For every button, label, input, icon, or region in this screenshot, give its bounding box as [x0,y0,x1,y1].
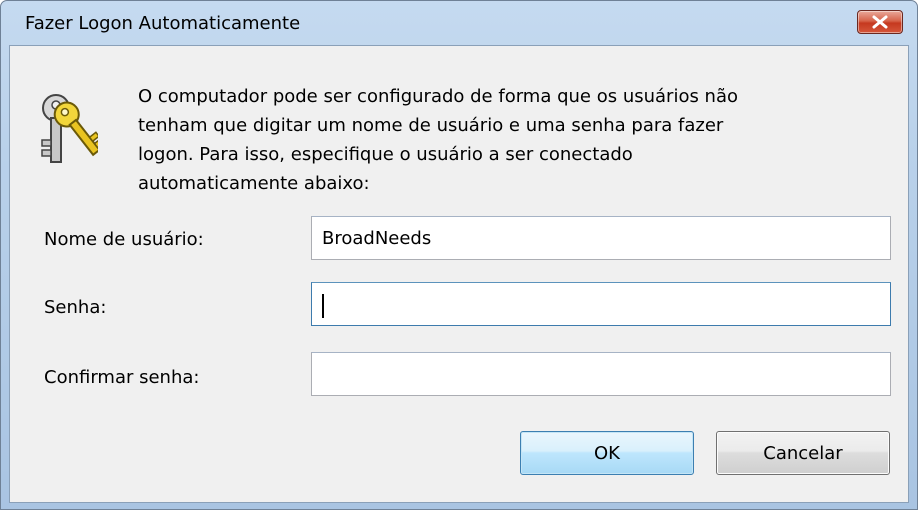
dialog-window: Fazer Logon Automaticamente O computador… [0,0,918,510]
title-bar[interactable]: Fazer Logon Automaticamente [1,1,917,45]
description-text: O computador pode ser configurado de for… [138,82,868,198]
dialog-body: O computador pode ser configurado de for… [9,45,909,503]
description-line: O computador pode ser configurado de for… [138,86,739,107]
username-field[interactable] [311,216,891,260]
username-label: Nome de usuário: [44,229,204,250]
description-line: tenham que digitar um nome de usuário e … [138,115,724,136]
description-line: automaticamente abaixo: [138,173,370,194]
password-field[interactable] [311,282,891,326]
ok-button[interactable]: OK [520,431,694,475]
password-label: Senha: [44,297,107,318]
window-title: Fazer Logon Automaticamente [25,13,301,34]
text-caret [322,294,324,318]
close-icon [872,15,888,29]
confirm-password-field[interactable] [311,352,891,396]
confirm-password-label: Confirmar senha: [44,367,200,388]
description-line: logon. Para isso, especifique o usuário … [138,144,633,165]
close-button[interactable] [857,10,903,34]
keys-icon [36,88,105,168]
cancel-button[interactable]: Cancelar [716,431,890,475]
